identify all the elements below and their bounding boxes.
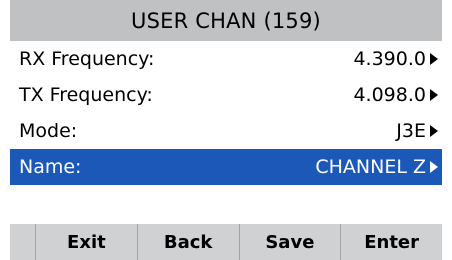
right-triangle-icon (430, 53, 438, 65)
mode-label: Mode: (19, 120, 78, 142)
rx-frequency-label: RX Frequency: (19, 48, 155, 70)
exit-button[interactable]: Exit (36, 224, 138, 260)
mode-value: J3E (396, 120, 438, 142)
back-button[interactable]: Back (138, 224, 240, 260)
right-triangle-icon (430, 125, 438, 137)
rx-frequency-value: 4.390.0 (353, 48, 438, 70)
right-triangle-icon (430, 89, 438, 101)
save-button[interactable]: Save (240, 224, 342, 260)
enter-button[interactable]: Enter (341, 224, 442, 260)
menu-item-name[interactable]: Name: CHANNEL Z (10, 149, 442, 185)
menu-item-rx-frequency[interactable]: RX Frequency: 4.390.0 (10, 41, 442, 77)
channel-settings-menu: RX Frequency: 4.390.0 TX Frequency: 4.09… (10, 41, 442, 185)
menu-item-tx-frequency[interactable]: TX Frequency: 4.098.0 (10, 77, 442, 113)
tx-frequency-value: 4.098.0 (353, 84, 438, 106)
right-triangle-icon (430, 161, 438, 173)
menu-item-mode[interactable]: Mode: J3E (10, 113, 442, 149)
name-label: Name: (19, 156, 82, 178)
page-title: USER CHAN (159) (10, 0, 442, 41)
name-value: CHANNEL Z (315, 156, 438, 178)
softkey-spacer (10, 224, 36, 260)
radio-display: USER CHAN (159) RX Frequency: 4.390.0 TX… (0, 0, 452, 260)
softkey-bar: Exit Back Save Enter (10, 224, 442, 260)
tx-frequency-label: TX Frequency: (19, 84, 153, 106)
